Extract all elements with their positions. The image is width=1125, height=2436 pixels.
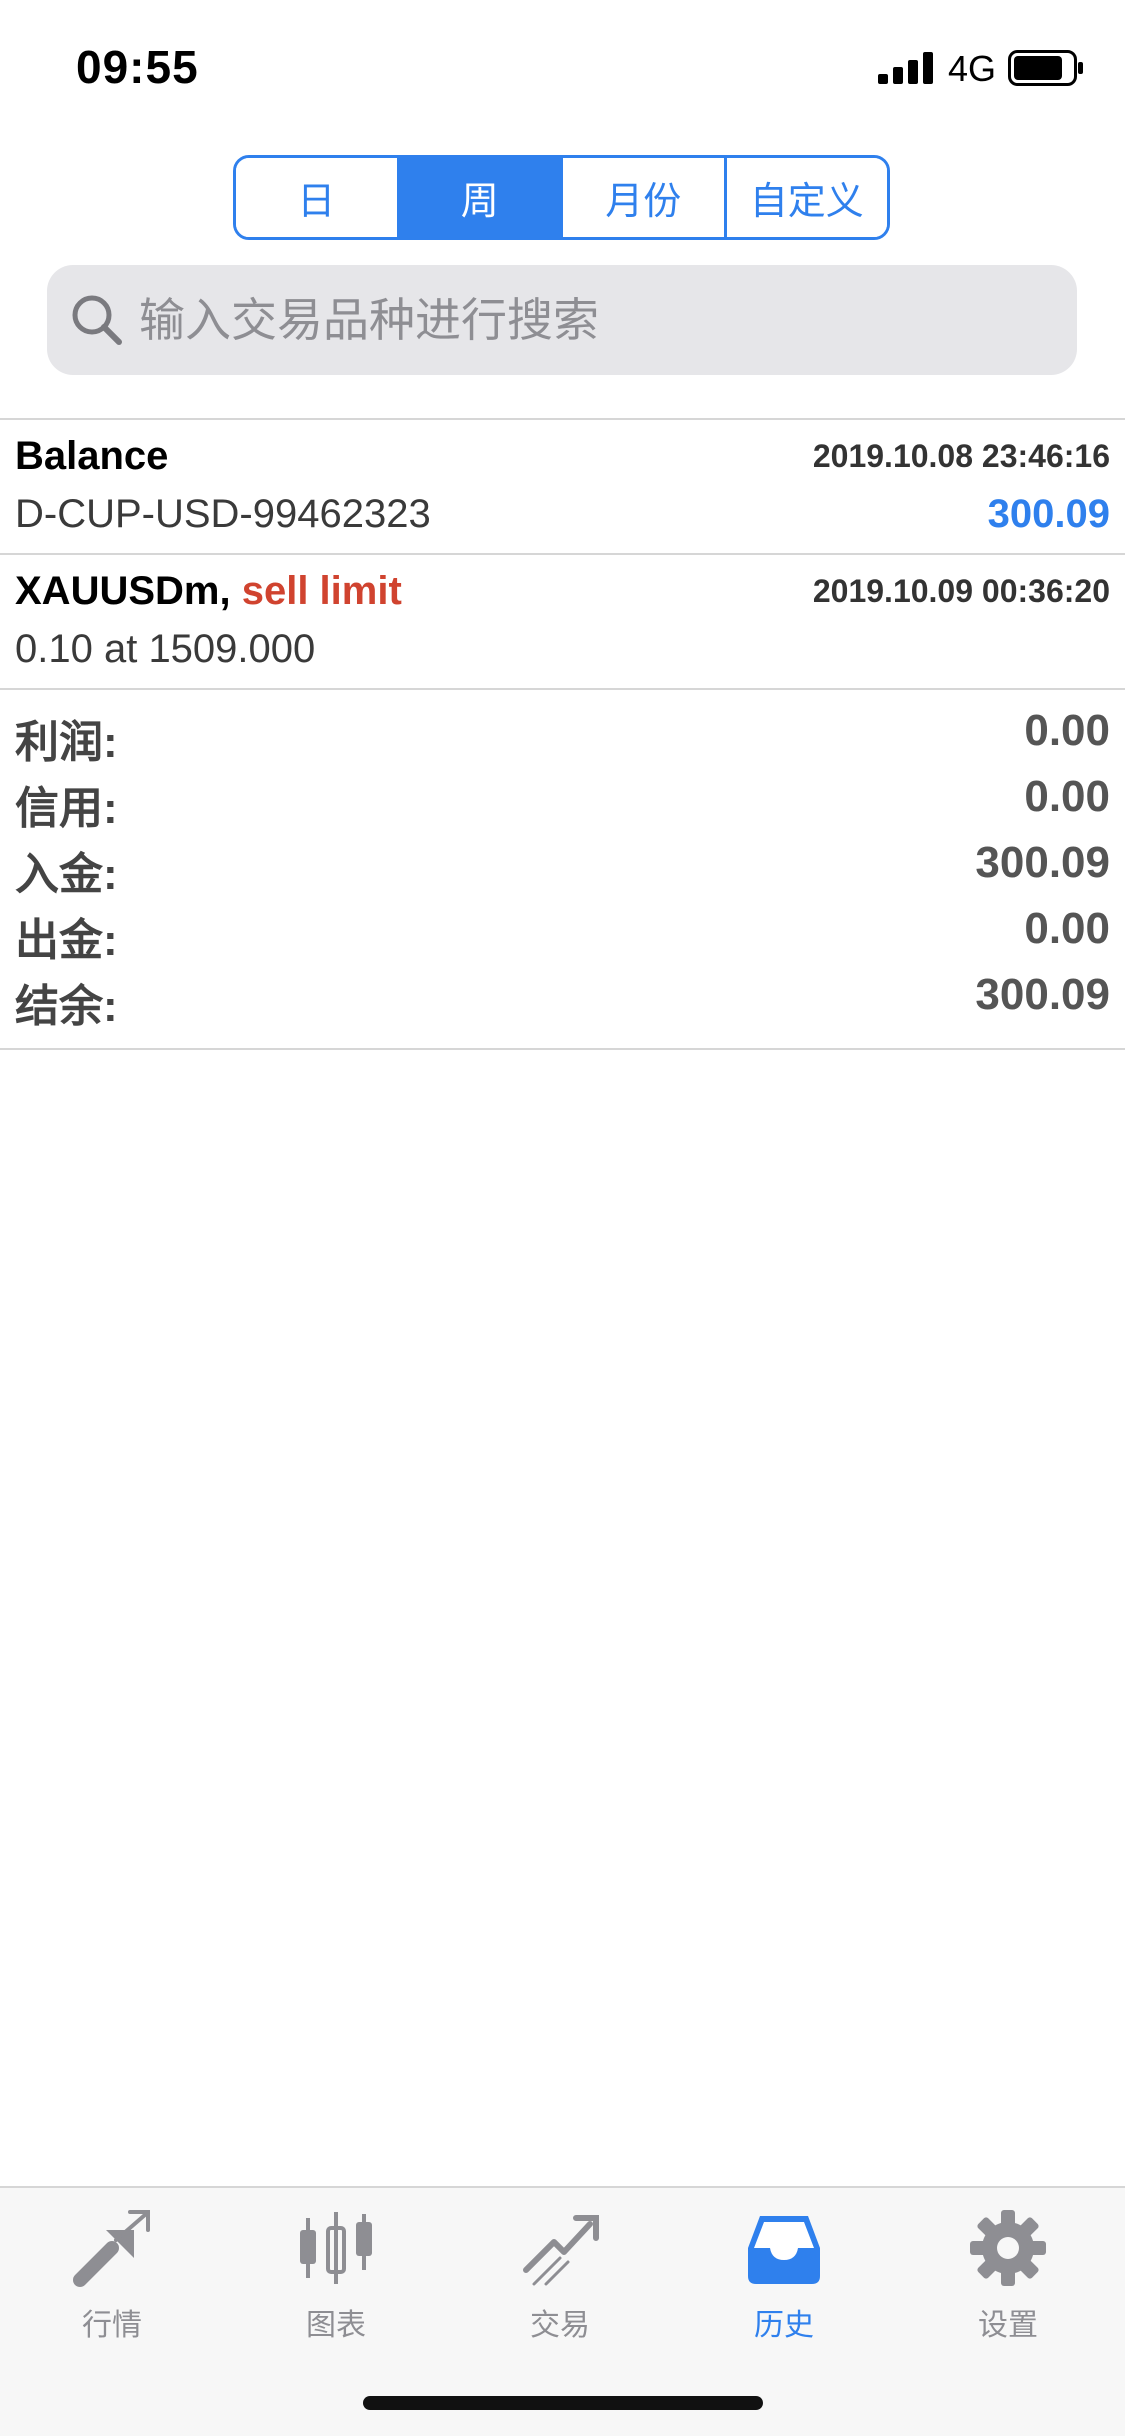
quotes-icon bbox=[73, 2210, 150, 2287]
home-indicator[interactable] bbox=[363, 2396, 763, 2410]
history-row-order[interactable]: XAUUSDm, sell limit 2019.10.09 00:36:20 … bbox=[0, 555, 1125, 688]
summary-value: 0.00 bbox=[1024, 772, 1110, 821]
row-value: 300.09 bbox=[987, 492, 1110, 536]
row-timestamp: 2019.10.08 23:46:16 bbox=[812, 438, 1110, 474]
search-icon bbox=[72, 295, 122, 345]
tab-history[interactable]: 历史 bbox=[694, 2208, 874, 2342]
row-order-type: sell limit bbox=[241, 569, 402, 613]
row-subtitle: 0.10 at 1509.000 bbox=[15, 627, 316, 671]
summary-value: 300.09 bbox=[975, 838, 1110, 887]
tab-label: 设置 bbox=[978, 2309, 1038, 2342]
settings-icon bbox=[970, 2210, 1046, 2286]
summary-value: 0.00 bbox=[1024, 904, 1110, 953]
summary-label: 信用: bbox=[15, 784, 118, 833]
summary-credit: 信用: 0.00 bbox=[0, 772, 1125, 838]
network-type: 4G bbox=[948, 48, 997, 89]
segment-custom[interactable]: 自定义 bbox=[726, 158, 887, 237]
summary-value: 0.00 bbox=[1024, 706, 1110, 755]
divider bbox=[0, 688, 1125, 690]
tab-label: 交易 bbox=[530, 2309, 590, 2342]
tab-chart[interactable]: 图表 bbox=[246, 2208, 426, 2342]
summary-balance: 结余: 300.09 bbox=[0, 970, 1125, 1036]
tab-quotes[interactable]: 行情 bbox=[22, 2208, 202, 2342]
period-segmented-control: 日 周 月份 自定义 bbox=[233, 155, 890, 240]
row-title: XAUUSDm, sell limit bbox=[15, 569, 402, 614]
divider bbox=[0, 1048, 1125, 1050]
tab-label: 行情 bbox=[82, 2309, 142, 2342]
status-bar: 09:55 4G bbox=[0, 0, 1125, 140]
segment-day[interactable]: 日 bbox=[236, 158, 400, 237]
summary-deposit: 入金: 300.09 bbox=[0, 838, 1125, 904]
summary-value: 300.09 bbox=[975, 970, 1110, 1019]
signal-icon bbox=[878, 52, 933, 84]
segment-week[interactable]: 周 bbox=[399, 158, 563, 237]
segment-month[interactable]: 月份 bbox=[563, 158, 727, 237]
screen: 09:55 4G 日 周 月份 自定义 Balance 2019.10.08 2 bbox=[0, 0, 1125, 2436]
chart-icon bbox=[300, 2212, 372, 2284]
status-time: 09:55 bbox=[76, 41, 199, 93]
row-subtitle: D-CUP-USD-99462323 bbox=[15, 492, 431, 536]
tab-label: 图表 bbox=[306, 2309, 366, 2342]
row-symbol: XAUUSDm, bbox=[15, 569, 231, 613]
row-timestamp: 2019.10.09 00:36:20 bbox=[812, 573, 1110, 609]
battery-icon bbox=[1008, 50, 1083, 86]
summary-label: 出金: bbox=[15, 916, 118, 965]
history-icon bbox=[748, 2216, 820, 2284]
summary-label: 结余: bbox=[15, 982, 118, 1031]
summary-withdrawal: 出金: 0.00 bbox=[0, 904, 1125, 970]
search-bar[interactable] bbox=[47, 265, 1077, 375]
search-input[interactable] bbox=[139, 293, 1039, 347]
row-title: Balance bbox=[15, 434, 169, 478]
tab-label: 历史 bbox=[754, 2309, 814, 2342]
summary-profit: 利润: 0.00 bbox=[0, 706, 1125, 772]
trade-icon bbox=[523, 2215, 599, 2286]
tab-trade[interactable]: 交易 bbox=[470, 2208, 650, 2342]
tab-settings[interactable]: 设置 bbox=[918, 2208, 1098, 2342]
history-row-balance[interactable]: Balance 2019.10.08 23:46:16 D-CUP-USD-99… bbox=[0, 420, 1125, 553]
summary-label: 入金: bbox=[15, 850, 118, 899]
summary-label: 利润: bbox=[15, 718, 118, 767]
